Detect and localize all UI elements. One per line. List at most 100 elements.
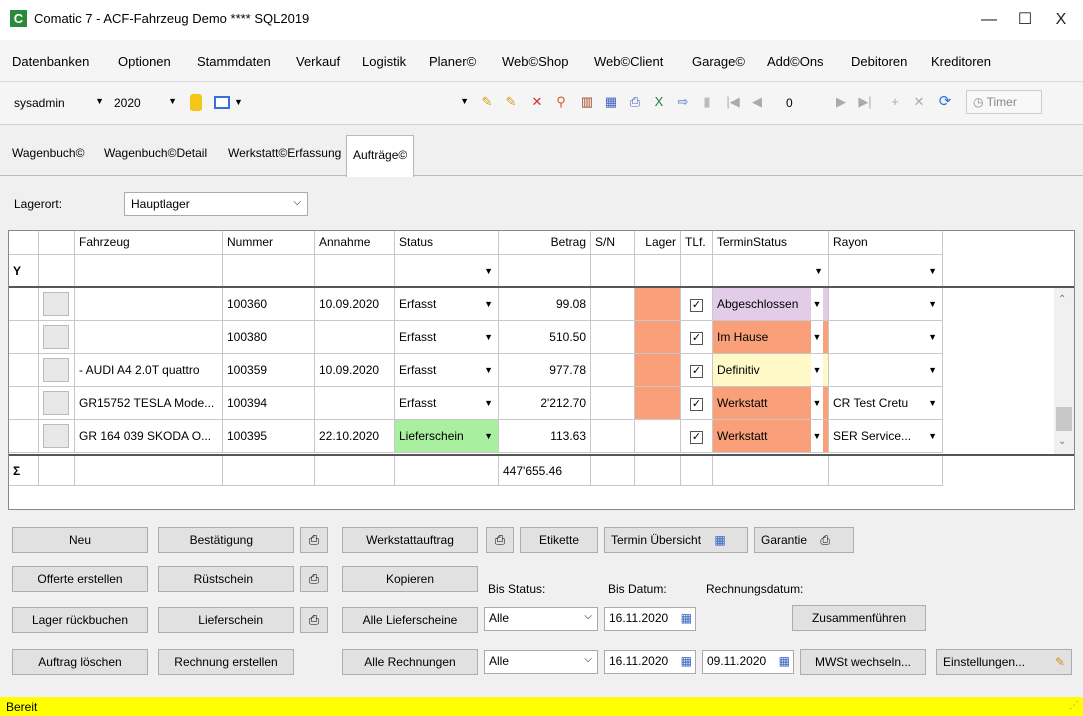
filter-tlf[interactable] [681, 255, 713, 287]
row-selector[interactable] [39, 387, 75, 420]
filter-status[interactable]: ▼ [395, 255, 499, 287]
cell-tlf[interactable]: ✓ [681, 321, 713, 354]
cell-fahrzeug[interactable] [75, 321, 223, 354]
tab-wagenbuch-detail[interactable]: Wagenbuch©Detail [104, 146, 207, 160]
cell-terminstatus[interactable]: Werkstatt ▼ [713, 420, 829, 453]
bis-status-select-2[interactable]: Alle ⌵ [484, 650, 598, 674]
calendar-icon[interactable]: ▦ [681, 611, 692, 625]
minimize-button[interactable]: — [974, 8, 1004, 32]
neu-button[interactable]: Neu [12, 527, 148, 553]
cell-status[interactable]: Lieferschein ▼ [395, 420, 499, 453]
cell-sel[interactable] [9, 420, 39, 453]
checkbox-icon[interactable]: ✓ [690, 365, 703, 378]
mwst-wechseln-button[interactable]: MWSt wechseln... [800, 649, 926, 675]
cell-annahme[interactable]: 10.09.2020 [315, 354, 395, 387]
cell-sn[interactable] [591, 354, 635, 387]
timer-button[interactable]: ◷ Timer [966, 90, 1042, 114]
lieferschein-button[interactable]: Lieferschein [158, 607, 294, 633]
menu-logistik[interactable]: Logistik [362, 54, 406, 69]
filter-edit-icon[interactable]: ✎ [478, 93, 496, 111]
chevron-down-icon[interactable]: ▼ [811, 420, 823, 452]
chevron-down-icon[interactable]: ▼ [928, 288, 937, 320]
cell-fahrzeug[interactable]: GR15752 TESLA Mode... [75, 387, 223, 420]
cell-lager[interactable] [635, 387, 681, 420]
cell-sel[interactable] [9, 288, 39, 321]
cell-tlf[interactable]: ✓ [681, 354, 713, 387]
cell-sn[interactable] [591, 288, 635, 321]
zusammenfuehren-button[interactable]: Zusammenführen [792, 605, 926, 631]
resize-grip-icon[interactable]: ⋰ [1069, 700, 1079, 711]
row-selector[interactable] [39, 321, 75, 354]
filter-lager[interactable] [635, 255, 681, 287]
cell-terminstatus[interactable]: Definitiv ▼ [713, 354, 829, 387]
filter-fahrzeug[interactable] [75, 255, 223, 287]
filter-remove-icon[interactable]: ✕ [528, 93, 546, 111]
cell-lager[interactable] [635, 420, 681, 453]
bis-datum-field-2[interactable]: 16.11.2020 ▦ [604, 650, 696, 674]
window-icon[interactable] [214, 96, 230, 109]
filter-nummer[interactable] [223, 255, 315, 287]
lager-rueckbuchen-button[interactable]: Lager rückbuchen [12, 607, 148, 633]
column-annahme[interactable]: Annahme [315, 231, 395, 255]
row-select-box[interactable] [43, 325, 69, 349]
column-tlf[interactable]: TLf. [681, 231, 713, 255]
chevron-down-icon[interactable]: ▼ [811, 387, 823, 419]
scrollbar-thumb[interactable] [1056, 407, 1072, 431]
filter-clear-icon[interactable]: ✎ [502, 93, 520, 111]
chevron-down-icon[interactable]: ▼ [234, 97, 243, 107]
year-combo[interactable]: 2020 ▼ [110, 93, 180, 115]
checkbox-icon[interactable]: ✓ [690, 431, 703, 444]
cell-nummer[interactable]: 100395 [223, 420, 315, 453]
user-combo[interactable]: sysadmin ▼ [10, 93, 104, 115]
chevron-down-icon[interactable]: ▼ [928, 387, 937, 419]
lagerort-select[interactable]: Hauptlager ⌵ [124, 192, 308, 216]
chevron-down-icon[interactable]: ▼ [928, 420, 937, 452]
cell-annahme[interactable]: 10.09.2020 [315, 288, 395, 321]
chevron-down-icon[interactable]: ▼ [928, 321, 937, 353]
scroll-down-icon[interactable]: ⌄ [1058, 436, 1066, 447]
cell-betrag[interactable]: 977.78 [499, 354, 591, 387]
garantie-button[interactable]: Garantie ⎙ [754, 527, 854, 553]
cell-sel[interactable] [9, 321, 39, 354]
bestaetigung-button[interactable]: Bestätigung [158, 527, 294, 553]
row-select-box[interactable] [43, 424, 69, 448]
cell-rayon[interactable]: ▼ [829, 288, 943, 321]
werkstattauftrag-button[interactable]: Werkstattauftrag [342, 527, 478, 553]
chevron-down-icon[interactable]: ▼ [928, 354, 937, 386]
chevron-down-icon[interactable]: ▼ [484, 321, 493, 353]
cell-sn[interactable] [591, 387, 635, 420]
cell-sn[interactable] [591, 420, 635, 453]
cell-sel[interactable] [9, 354, 39, 387]
cell-annahme[interactable]: 22.10.2020 [315, 420, 395, 453]
alle-lieferscheine-button[interactable]: Alle Lieferscheine [342, 607, 478, 633]
cell-fahrzeug[interactable] [75, 288, 223, 321]
menu-garage[interactable]: Garage© [692, 54, 745, 69]
scroll-up-icon[interactable]: ⌃ [1058, 294, 1066, 305]
cell-status[interactable]: Erfasst ▼ [395, 288, 499, 321]
table-icon[interactable]: ▦ [602, 93, 620, 111]
row-selector[interactable] [39, 288, 75, 321]
chart-icon[interactable]: ▥ [578, 93, 596, 111]
cell-tlf[interactable]: ✓ [681, 387, 713, 420]
alle-rechnungen-button[interactable]: Alle Rechnungen [342, 649, 478, 675]
filter-sn[interactable] [591, 255, 635, 287]
refresh-icon[interactable]: ⟳ [936, 93, 954, 111]
cell-annahme[interactable] [315, 321, 395, 354]
chevron-down-icon[interactable]: ▼ [811, 321, 823, 353]
menu-webclient[interactable]: Web©Client [594, 54, 663, 69]
cell-fahrzeug[interactable]: GR 164 039 SKODA O... [75, 420, 223, 453]
cell-lager[interactable] [635, 288, 681, 321]
cell-status[interactable]: Erfasst ▼ [395, 387, 499, 420]
auftrag-loeschen-button[interactable]: Auftrag löschen [12, 649, 148, 675]
filter-annahme[interactable] [315, 255, 395, 287]
menu-kreditoren[interactable]: Kreditoren [931, 54, 991, 69]
cell-fahrzeug[interactable]: - AUDI A4 2.0T quattro [75, 354, 223, 387]
cell-terminstatus[interactable]: Abgeschlossen ▼ [713, 288, 829, 321]
offerte-erstellen-button[interactable]: Offerte erstellen [12, 566, 148, 592]
chevron-down-icon[interactable]: ▼ [811, 354, 823, 386]
cell-tlf[interactable]: ✓ [681, 420, 713, 453]
menu-addons[interactable]: Add©Ons [767, 54, 824, 69]
termin-uebersicht-button[interactable]: Termin Übersicht ▦ [604, 527, 748, 553]
chevron-down-icon[interactable]: ▼ [811, 288, 823, 320]
column-lager[interactable]: Lager [635, 231, 681, 255]
